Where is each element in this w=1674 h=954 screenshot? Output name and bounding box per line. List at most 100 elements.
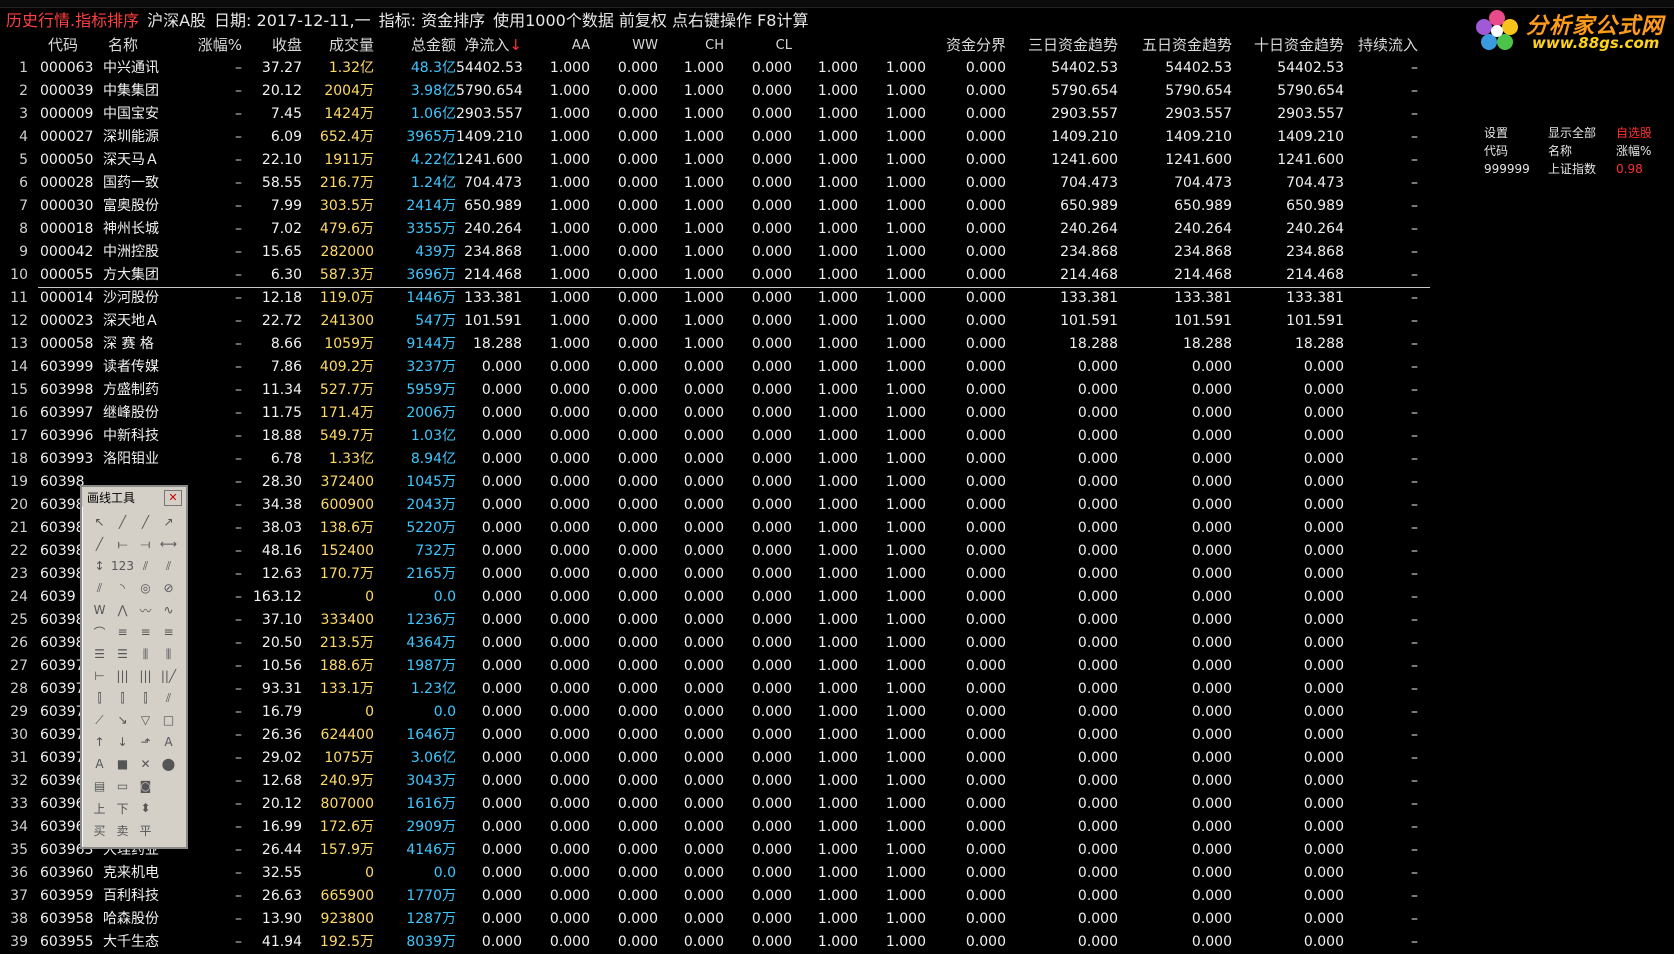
col-header-trend3[interactable]: 三日资金趋势 [1006,34,1118,57]
table-row[interactable]: 13 000058 深 赛 格 – 8.66 1059万 9144万 18.288 1.000 0… [0,333,1430,356]
draw-tool-button-icon[interactable]: ⫽ [157,555,180,577]
close-icon[interactable]: ✕ [164,490,182,506]
table-row[interactable]: 25 60398–37.10 333400 1236万 0.000 0.000 0.000 0… [0,609,1430,632]
side-index-row[interactable]: 999999 上证指数 0.98 [1480,160,1674,178]
col-header-trend10[interactable]: 十日资金趋势 [1232,34,1344,57]
draw-tool-button-icon[interactable]: W [88,599,111,621]
draw-tool-button-icon[interactable] [157,775,180,797]
favorites-tab[interactable]: 自选股 [1616,124,1652,142]
draw-tool-button-icon[interactable]: 买 [88,819,111,841]
table-row[interactable]: 6 000028 国药一致 – 58.55 216.7万 1.24亿 704.473 1.000… [0,172,1430,195]
draw-tool-button-icon[interactable]: ⫽ [88,577,111,599]
table-row[interactable]: 24 6039–163.12 0 0.0 0.000 0.000 0.000 0.000 0.0… [0,586,1430,609]
draw-tool-button-icon[interactable]: 平 [134,819,157,841]
show-all-tab[interactable]: 显示全部 [1548,124,1596,142]
table-row[interactable]: 35 603963 大理药业 –26.44 157.9万 4146万 0.000 0.000 0… [0,839,1430,862]
table-row[interactable]: 16 603997 继峰股份 – 11.75 171.4万 2006万 0.000 0.000 0… [0,402,1430,425]
table-row[interactable]: 20 60398–34.38 600900 2043万 0.000 0.000 0.000 0… [0,494,1430,517]
table-row[interactable]: 36 603960 克来机电 – 32.55 0 0.0 0.000 0.000 0.000 0.0… [0,862,1430,885]
col-header-name[interactable]: 名称 [108,34,200,57]
table-row[interactable]: 22 60398–48.16 152400 732万 0.000 0.000 0.000 0.… [0,540,1430,563]
draw-tool-button-icon[interactable]: 卖 [111,819,134,841]
draw-tool-button-icon[interactable]: ⋀ [111,599,134,621]
table-row[interactable]: 30 60397–26.36 624400 1646万 0.000 0.000 0.000 0… [0,724,1430,747]
col-header-cl[interactable]: CL [724,34,792,57]
draw-tool-button-icon[interactable]: 下 [111,797,134,819]
draw-tool-button-icon[interactable]: ⫼ [157,643,180,665]
table-row[interactable]: 23 60398–12.63 170.7万 2165万 0.000 0.000 0.000 0… [0,563,1430,586]
draw-tool-button-icon[interactable]: ↑ [88,731,111,753]
draw-tool-button-icon[interactable]: ⬤ [157,753,180,775]
draw-tool-button-icon[interactable]: ✕ [134,753,157,775]
table-row[interactable]: 34 60396–16.99 172.6万 2909万 0.000 0.000 0.000 0… [0,816,1430,839]
draw-tool-button-icon[interactable]: ||| [111,665,134,687]
draw-tool-button-icon[interactable]: ⟋ [88,709,111,731]
table-row[interactable]: 37 603959 百利科技 – 26.63 665900 1770万 0.000 0.000 0… [0,885,1430,908]
col-header-net-inflow[interactable]: 净流入↓ [456,34,522,57]
table-row[interactable]: 32 60396–12.68 240.9万 3043万 0.000 0.000 0.000 0… [0,770,1430,793]
draw-tool-button-icon[interactable]: 123 [111,555,134,577]
draw-tool-button-icon[interactable]: ⟷ [157,533,180,555]
draw-tool-button-icon[interactable]: ⊘ [157,577,180,599]
col-header-close[interactable]: 收盘 [248,34,302,57]
draw-tool-button-icon[interactable]: ≡ [157,621,180,643]
col-header-amount[interactable]: 总金额 [374,34,456,57]
table-row[interactable]: 5 000050 深天马Ａ –22.10 1911万 4.22亿 1241.600 1.000… [0,149,1430,172]
draw-tool-button-icon[interactable]: ⬍ [134,797,157,819]
table-row[interactable]: 18 603993 洛阳钼业 – 6.78 1.33亿 8.94亿 0.000 0.000 0.0… [0,448,1430,471]
table-row[interactable]: 9 000042 中洲控股 – 15.65 282000 439万 234.868 1.000 0… [0,241,1430,264]
draw-tool-button-icon[interactable]: ↓ [111,731,134,753]
draw-tool-button-icon[interactable]: ■ [111,753,134,775]
table-row[interactable]: 2 000039 中集集团 –20.12 2004万 3.98亿 5790.654 1.000… [0,80,1430,103]
col-header-aa[interactable]: AA [522,34,590,57]
draw-tool-button-icon[interactable]: ≡ [111,621,134,643]
col-header-ww[interactable]: WW [590,34,658,57]
draw-tool-button-icon[interactable]: ▭ [111,775,134,797]
draw-tool-button-icon[interactable]: ∿ [157,599,180,621]
draw-tool-button-icon[interactable]: 〰 [134,599,157,621]
settings-tab[interactable]: 设置 [1484,124,1508,142]
col-header-continuous-inflow[interactable]: 持续流入 [1344,34,1418,57]
col-header-code[interactable]: 代码 [48,34,116,57]
table-row[interactable]: 19 60398–28.30 372400 1045万 0.000 0.000 0.000 0… [0,471,1430,494]
table-row[interactable]: 39 603955 大千生态 – 41.94 192.5万 8039万 0.000 0.000 0… [0,931,1430,954]
draw-tool-button-icon[interactable]: ⟞ [134,533,157,555]
draw-tool-button-icon[interactable]: ╱ [111,511,134,533]
col-header-ch[interactable]: CH [658,34,724,57]
table-row[interactable]: 14 603999 读者传媒 – 7.86 409.2万 3237万 0.000 0.000 0.… [0,356,1430,379]
table-row[interactable]: 1 000063 中兴通讯 –37.27 1.32亿 48.3亿 54402.53 1.000… [0,57,1430,80]
drawing-toolbox[interactable]: 画线工具 ✕ ↖ ╱ ╱ ↗ ╱ ⟝ ⟞ ⟷ ↕ 123 ⫽ ⫽ ⫽ ◝ ◎ ⊘ W ⋀ 〰 ∿ ⌒ ≡ ≡ ≡ ☰ ☰ ⫼ ⫼ ⊢ ||… [80,485,188,849]
draw-tool-button-icon[interactable]: ⟝ [111,533,134,555]
col-header-fund-boundary[interactable]: 资金分界 [926,34,1006,57]
draw-tool-button-icon[interactable]: ╱ [134,511,157,533]
draw-tool-button-icon[interactable]: ⬏ [134,731,157,753]
col-header-volume[interactable]: 成交量 [302,34,374,57]
table-row[interactable]: 26 60398–20.50 213.5万 4364万 0.000 0.000 0.000 0… [0,632,1430,655]
table-row[interactable]: 7 000030 富奥股份 – 7.99 303.5万 2414万 650.989 1.000 0… [0,195,1430,218]
table-row[interactable]: 11 000014 沙河股份 – 12.18 119.0万 1446万 133.381 1.00… [0,287,1430,310]
draw-tool-button-icon[interactable]: ||╱ [157,665,180,687]
table-row[interactable]: 8 000018 神州长城 – 7.02 479.6万 3355万 240.264 1.000 0… [0,218,1430,241]
table-row[interactable]: 17 603996 中新科技 – 18.88 549.7万 1.03亿 0.000 0.000 0… [0,425,1430,448]
table-row[interactable]: 3 000009 中国宝安 –7.45 1424万 1.06亿 2903.557 1.000 0… [0,103,1430,126]
draw-tool-button-icon[interactable] [157,797,180,819]
table-row[interactable]: 29 60397–16.79 0 0.0 0.000 0.000 0.000 0.000 0.0… [0,701,1430,724]
table-row[interactable]: 38 603958 哈森股份 – 13.90 923800 1287万 0.000 0.000 0… [0,908,1430,931]
draw-tool-button-icon[interactable]: ☰ [111,643,134,665]
draw-tool-button-icon[interactable]: ▤ [88,775,111,797]
draw-tool-button-icon[interactable]: ⫿ [111,687,134,709]
draw-tool-button-icon[interactable]: ⫼ [134,643,157,665]
draw-tool-button-icon[interactable]: ||| [134,665,157,687]
draw-tool-button-icon[interactable] [157,819,180,841]
table-row[interactable]: 15 603998 方盛制药 – 11.34 527.7万 5959万 0.000 0.000 0… [0,379,1430,402]
draw-tool-button-icon[interactable]: ⫿ [88,687,111,709]
table-row[interactable]: 31 60397–29.02 1075万 3.06亿 0.000 0.000 0.000 0.… [0,747,1430,770]
draw-tool-button-icon[interactable]: ↕ [88,555,111,577]
draw-tool-button-icon[interactable]: □ [157,709,180,731]
table-row[interactable]: 10 000055 方大集团 – 6.30 587.3万 3696万 214.468 1.000… [0,264,1430,287]
draw-tool-button-icon[interactable]: ⫿ [134,687,157,709]
table-row[interactable]: 33 60396–20.12 807000 1616万 0.000 0.000 0.000 0… [0,793,1430,816]
table-row[interactable]: 27 60397–10.56 188.6万 1987万 0.000 0.000 0.000 0… [0,655,1430,678]
draw-tool-button-icon[interactable]: ◙ [134,775,157,797]
draw-tool-button-icon[interactable]: ╱ [88,533,111,555]
